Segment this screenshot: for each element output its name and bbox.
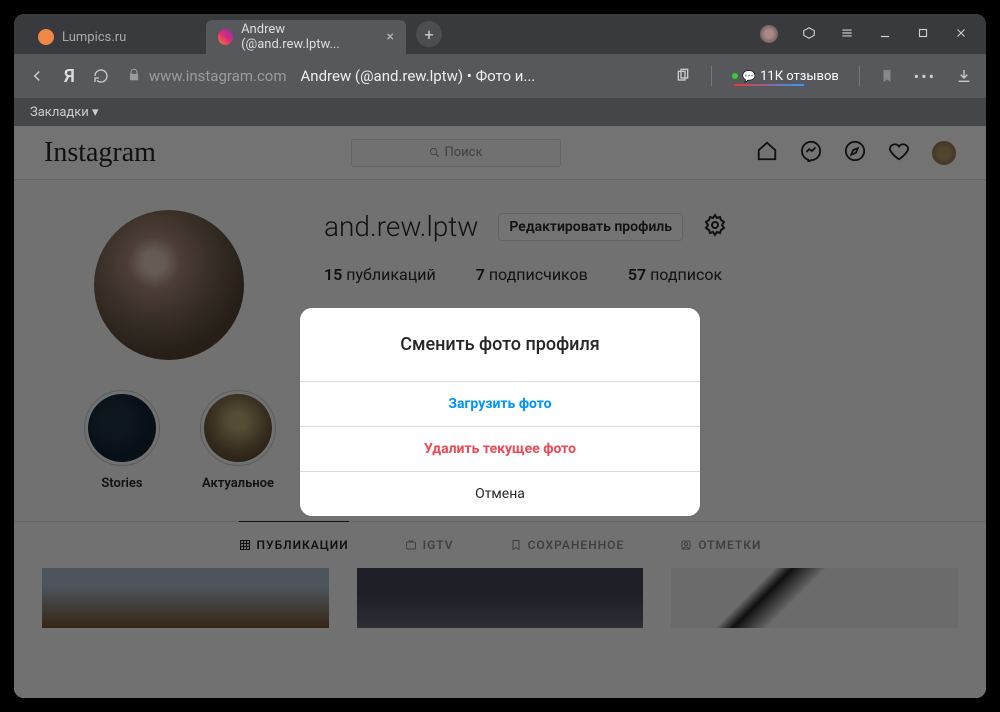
- bookmarks-bar[interactable]: Закладки ▾: [14, 98, 986, 126]
- back-icon[interactable]: [28, 67, 46, 85]
- remove-photo-button[interactable]: Удалить текущее фото: [300, 427, 700, 472]
- url-title: Andrew (@and.rew.lptw) • Фото и...: [301, 67, 536, 85]
- browser-tab-active[interactable]: Andrew (@and.rew.lptw... ×: [206, 20, 406, 54]
- reload-icon[interactable]: [93, 68, 109, 84]
- copy-icon[interactable]: [675, 68, 691, 84]
- change-photo-modal: Сменить фото профиля Загрузить фото Удал…: [300, 308, 700, 516]
- reviews-badge[interactable]: 💬11К отзывов: [732, 69, 838, 84]
- address-bar: Я www.instagram.com Andrew (@and.rew.lpt…: [14, 54, 986, 98]
- modal-overlay[interactable]: Сменить фото профиля Загрузить фото Удал…: [14, 126, 986, 698]
- browser-tab-inactive[interactable]: Lumpics.ru: [26, 20, 206, 54]
- collections-icon[interactable]: [802, 25, 816, 44]
- lock-icon: [127, 67, 141, 86]
- upload-photo-button[interactable]: Загрузить фото: [300, 382, 700, 427]
- favicon-instagram: [218, 29, 233, 45]
- bookmark-icon[interactable]: [880, 68, 894, 84]
- yandex-icon[interactable]: Я: [64, 66, 75, 87]
- modal-title: Сменить фото профиля: [300, 308, 700, 382]
- bookmarks-label: Закладки ▾: [30, 105, 99, 120]
- menu-icon[interactable]: [840, 25, 854, 44]
- browser-titlebar: Lumpics.ru Andrew (@and.rew.lptw... × +: [14, 14, 986, 54]
- url-domain: www.instagram.com: [149, 67, 287, 85]
- maximize-icon[interactable]: [916, 25, 930, 44]
- tab-title: Andrew (@and.rew.lptw...: [241, 22, 378, 52]
- favicon: [38, 29, 54, 45]
- browser-profile-avatar[interactable]: [760, 25, 778, 43]
- minimize-icon[interactable]: [878, 25, 892, 44]
- tab-title: Lumpics.ru: [62, 30, 126, 45]
- new-tab-button[interactable]: +: [416, 21, 442, 47]
- close-tab-icon[interactable]: ×: [387, 29, 394, 45]
- cancel-button[interactable]: Отмена: [300, 472, 700, 516]
- url-field[interactable]: www.instagram.com Andrew (@and.rew.lptw)…: [127, 67, 535, 86]
- download-icon[interactable]: [956, 68, 972, 84]
- more-icon[interactable]: •••: [914, 67, 936, 86]
- close-window-icon[interactable]: [954, 25, 968, 44]
